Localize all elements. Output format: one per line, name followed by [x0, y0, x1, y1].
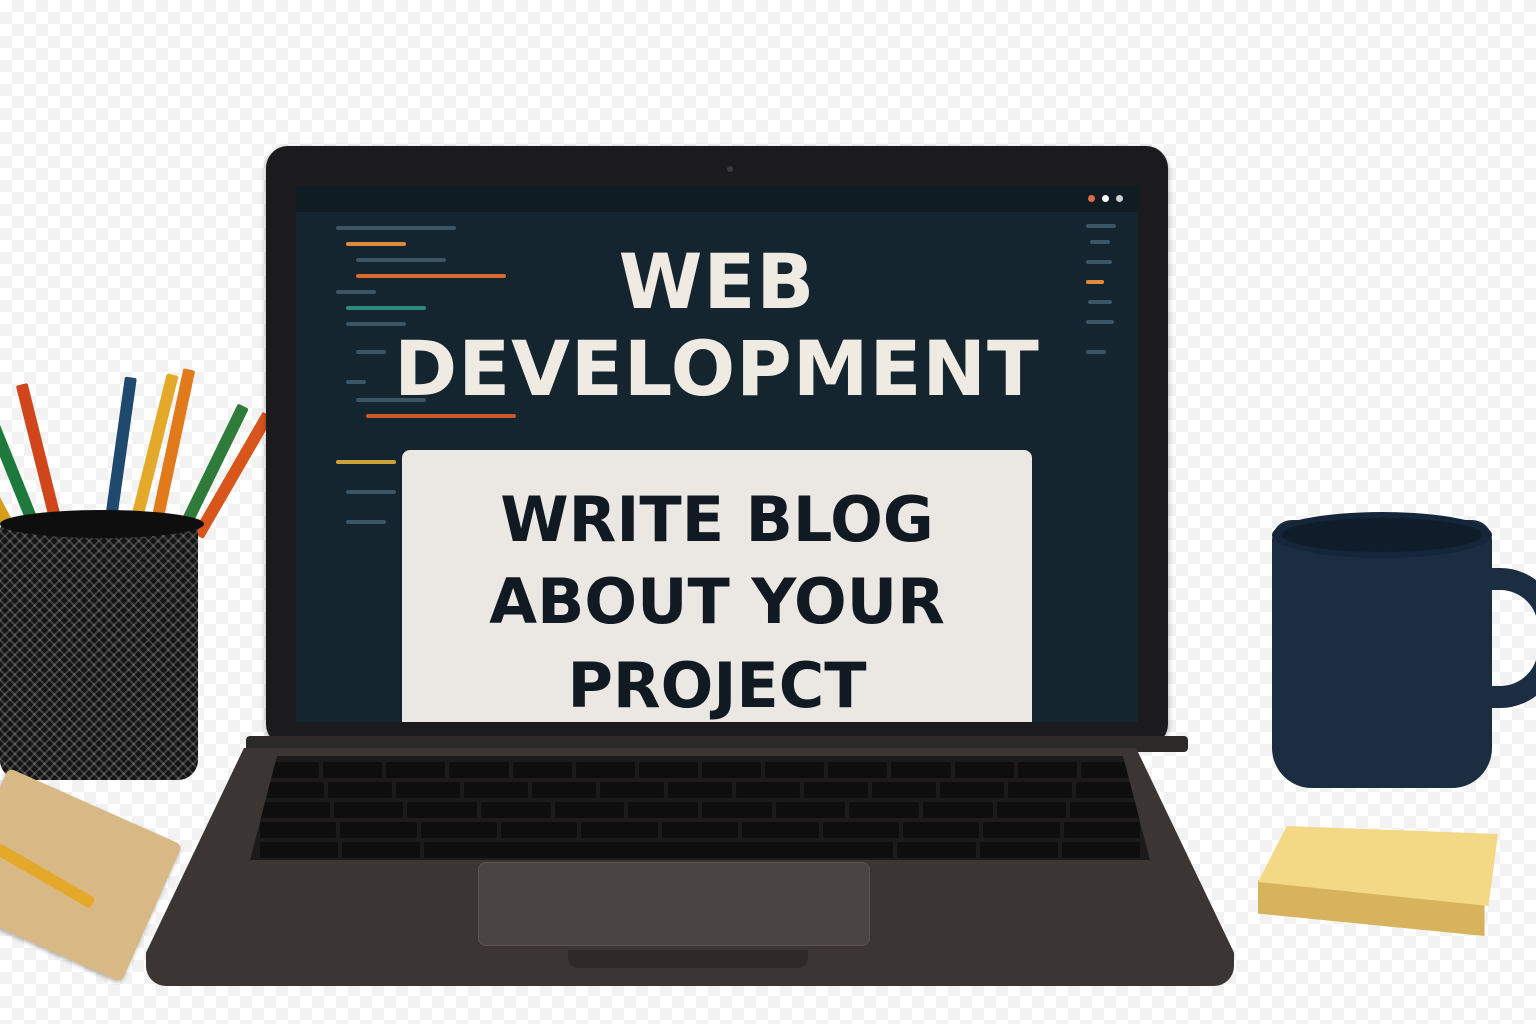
blog-card: WRITE BLOG ABOUT YOUR PROJECT — [402, 450, 1032, 722]
laptop-screen: WEB DEVELOPMENT WRITE BLOG ABOUT YOUR PR… — [296, 186, 1138, 722]
blog-line-2: ABOUT YOUR — [489, 565, 945, 638]
cup-mesh — [0, 524, 198, 780]
window-dot — [1116, 195, 1123, 202]
laptop-keyboard — [250, 756, 1150, 860]
cup-rim — [0, 510, 204, 538]
laptop-trackpad — [478, 862, 870, 946]
laptop-notch — [568, 950, 808, 968]
mug-body — [1272, 520, 1492, 788]
screen-title-line-2: DEVELOPMENT — [394, 324, 1040, 413]
blog-line-3: PROJECT — [567, 649, 867, 722]
window-dot — [1088, 195, 1095, 202]
pencil-icon — [104, 376, 137, 527]
window-dot — [1102, 195, 1109, 202]
webcam-icon — [727, 166, 733, 172]
editor-topbar — [296, 186, 1138, 212]
mug-inside — [1282, 518, 1482, 552]
blog-line-1: WRITE BLOG — [500, 483, 934, 556]
screen-title-line-1: WEB — [618, 237, 816, 326]
